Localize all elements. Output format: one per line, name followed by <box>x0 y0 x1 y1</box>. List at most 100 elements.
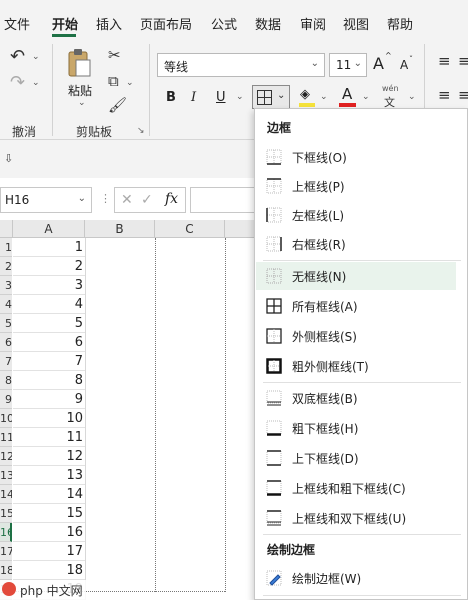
paste-button[interactable]: 粘贴 <box>68 82 92 99</box>
cell-a[interactable]: 5 <box>13 314 85 333</box>
column-header-b[interactable]: B <box>85 220 155 238</box>
phonetic-guide-icon[interactable]: wén 文 <box>380 84 406 110</box>
tab-view[interactable]: 视图 <box>343 14 369 33</box>
menu-item-double-bottom-border[interactable]: 双底框线(B) <box>256 384 456 412</box>
column-header-c[interactable]: C <box>155 220 225 238</box>
align-middle-icon[interactable]: ≡ <box>458 54 468 69</box>
chevron-down-icon[interactable]: ⌄ <box>78 193 86 204</box>
font-size-combo[interactable]: 11 ⌄ <box>329 53 367 77</box>
menu-item-outside-borders[interactable]: 外侧框线(S) <box>256 322 456 350</box>
cell-a[interactable]: 16 <box>13 523 85 542</box>
row-header[interactable]: 17 <box>0 542 12 561</box>
cell-a[interactable]: 1 <box>13 238 85 257</box>
formula-input[interactable] <box>190 187 256 213</box>
column-header-a[interactable]: A <box>13 220 85 238</box>
menu-item-thick-bottom-border[interactable]: 粗下框线(H) <box>256 414 456 442</box>
tab-home[interactable]: 开始 <box>52 14 78 33</box>
row-header[interactable]: 7 <box>0 352 12 371</box>
increase-font-size-button[interactable]: A <box>373 54 384 73</box>
align-left-icon[interactable]: ≡ <box>438 88 451 103</box>
cell-a[interactable]: 14 <box>13 485 85 504</box>
align-center-icon[interactable]: ≡ <box>458 88 468 103</box>
cell-a[interactable]: 6 <box>13 333 85 352</box>
tab-review[interactable]: 审阅 <box>300 14 326 33</box>
borders-button[interactable]: ⌄ <box>252 85 290 109</box>
customize-toolbar-icon[interactable]: ⇩ <box>4 152 13 165</box>
bold-button[interactable]: B <box>166 90 176 105</box>
menu-item-draw-border[interactable]: 绘制边框(W) <box>256 564 456 592</box>
font-color-dropdown-icon[interactable]: ⌄ <box>362 92 370 102</box>
row-header[interactable]: 8 <box>0 371 12 390</box>
tab-insert[interactable]: 插入 <box>96 14 122 33</box>
row-header[interactable]: 15 <box>0 504 12 523</box>
menu-item-all-borders[interactable]: 所有框线(A) <box>256 292 456 320</box>
cell-a[interactable]: 18 <box>13 561 85 580</box>
undo-icon[interactable]: ↶ <box>10 48 25 66</box>
menu-item-top-double-bottom-border[interactable]: 上框线和双下框线(U) <box>256 504 456 532</box>
menu-item-left-border[interactable]: 左框线(L) <box>256 201 456 229</box>
cell-a[interactable]: 10 <box>13 409 85 428</box>
dialog-launcher-icon[interactable]: ↘ <box>137 126 145 136</box>
enter-icon[interactable]: ✓ <box>141 192 153 208</box>
row-header[interactable]: 9 <box>0 390 12 409</box>
format-painter-icon[interactable]: 🖌 <box>108 98 127 113</box>
menu-item-top-border[interactable]: 上框线(P) <box>256 172 456 200</box>
cell-a[interactable]: 8 <box>13 371 85 390</box>
chevron-down-icon[interactable]: ⌄ <box>354 58 362 69</box>
row-header[interactable]: 5 <box>0 314 12 333</box>
copy-icon[interactable]: ⧉ <box>108 74 119 89</box>
font-name-combo[interactable]: 等线 ⌄ <box>157 53 325 77</box>
row-header[interactable]: 4 <box>0 295 12 314</box>
cell-a[interactable]: 9 <box>13 390 85 409</box>
row-header[interactable]: 2 <box>0 257 12 276</box>
row-header[interactable]: 6 <box>0 333 12 352</box>
tab-formulas[interactable]: 公式 <box>211 14 237 33</box>
menu-item-right-border[interactable]: 右框线(R) <box>256 230 456 258</box>
tab-page-layout[interactable]: 页面布局 <box>140 14 192 33</box>
redo-dropdown-icon[interactable]: ⌄ <box>32 78 40 88</box>
cell-a[interactable]: 2 <box>13 257 85 276</box>
phonetic-dropdown-icon[interactable]: ⌄ <box>408 92 416 102</box>
name-box[interactable]: H16 ⌄ <box>0 187 92 213</box>
cell-a[interactable]: 11 <box>13 428 85 447</box>
fill-color-icon[interactable]: ◈ <box>298 87 318 109</box>
tab-data[interactable]: 数据 <box>255 14 281 33</box>
cell-a[interactable]: 15 <box>13 504 85 523</box>
undo-dropdown-icon[interactable]: ⌄ <box>32 52 40 62</box>
row-header[interactable]: 12 <box>0 447 12 466</box>
italic-button[interactable]: I <box>191 90 196 105</box>
redo-icon[interactable]: ↷ <box>10 74 25 92</box>
cut-icon[interactable]: ✂ <box>108 48 121 63</box>
menu-item-top-bottom-border[interactable]: 上下框线(D) <box>256 444 456 472</box>
row-header[interactable]: 1 <box>0 238 12 257</box>
menu-item-top-thick-bottom-border[interactable]: 上框线和粗下框线(C) <box>256 474 456 502</box>
cell-a[interactable]: 12 <box>13 447 85 466</box>
row-header[interactable]: 14 <box>0 485 12 504</box>
decrease-font-size-button[interactable]: A <box>400 58 408 72</box>
underline-dropdown-icon[interactable]: ⌄ <box>236 92 244 102</box>
cell-a[interactable]: 4 <box>13 295 85 314</box>
select-all-corner[interactable] <box>0 220 13 238</box>
copy-dropdown-icon[interactable]: ⌄ <box>126 78 134 88</box>
chevron-down-icon[interactable]: ⌄ <box>311 58 319 69</box>
row-header[interactable]: 18 <box>0 561 12 580</box>
tab-help[interactable]: 帮助 <box>387 14 413 33</box>
cell-a[interactable]: 13 <box>13 466 85 485</box>
font-color-icon[interactable]: A <box>338 85 358 109</box>
row-header[interactable]: 13 <box>0 466 12 485</box>
menu-item-no-border[interactable]: 无框线(N) <box>256 262 456 290</box>
paste-icon[interactable] <box>66 48 92 78</box>
cell-a[interactable]: 7 <box>13 352 85 371</box>
row-header[interactable]: 11 <box>0 428 12 447</box>
insert-function-button[interactable]: fx <box>165 191 178 207</box>
paste-dropdown-icon[interactable]: ⌄ <box>78 98 86 108</box>
underline-button[interactable]: U <box>216 90 226 105</box>
row-header-active[interactable]: 16 <box>0 523 12 542</box>
menu-item-bottom-border[interactable]: 下框线(O) <box>256 143 456 171</box>
tab-file[interactable]: 文件 <box>4 14 30 33</box>
cell-a[interactable]: 3 <box>13 276 85 295</box>
fill-color-dropdown-icon[interactable]: ⌄ <box>320 92 328 102</box>
align-top-icon[interactable]: ≡ <box>438 54 451 69</box>
menu-item-thick-outside-borders[interactable]: 粗外侧框线(T) <box>256 352 456 380</box>
row-header[interactable]: 10 <box>0 409 12 428</box>
